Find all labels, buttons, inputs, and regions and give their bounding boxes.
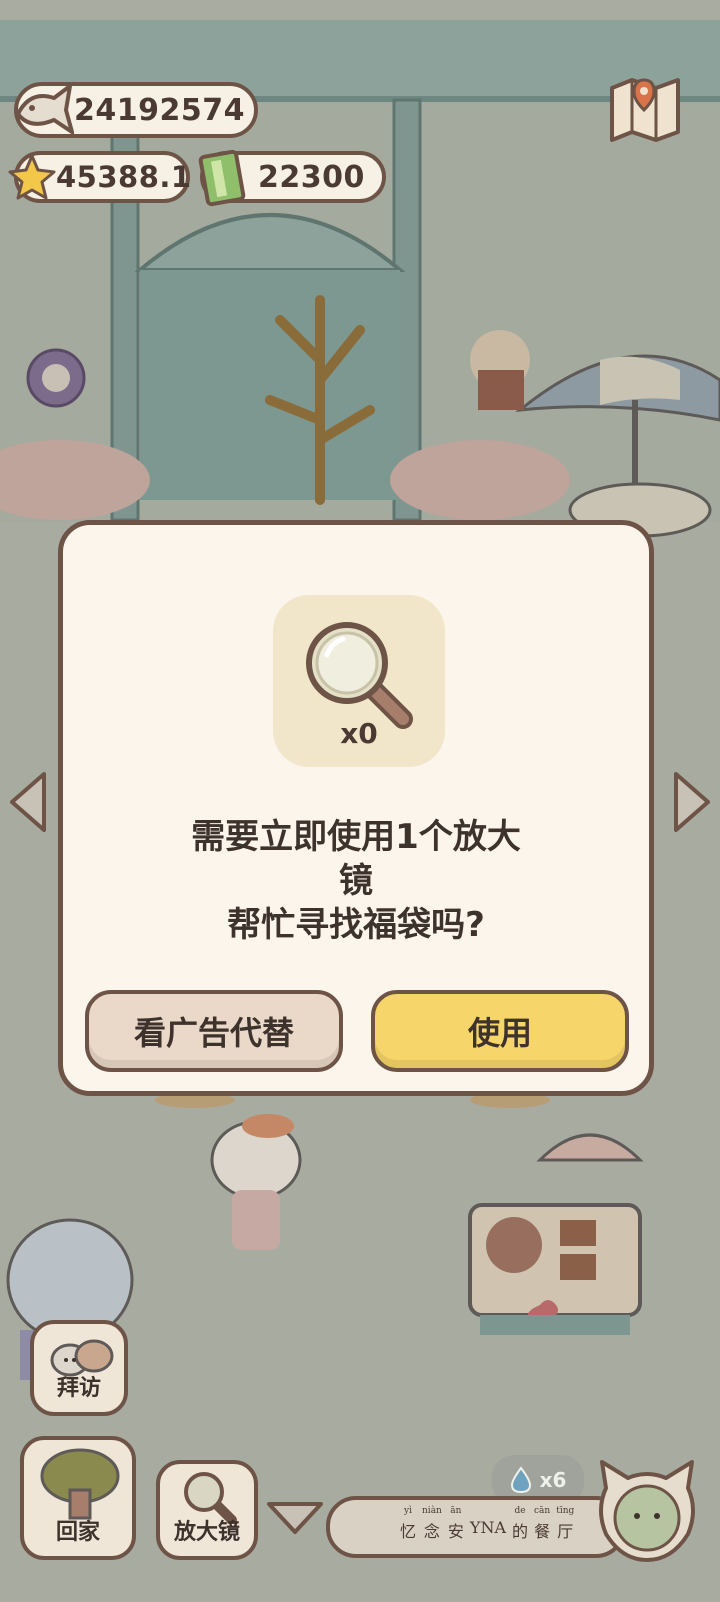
hanzi: 念: [423, 1522, 440, 1541]
visit-button[interactable]: 拜访: [30, 1320, 128, 1416]
visit-label: 拜访: [56, 1376, 101, 1401]
pinyin: cān: [534, 1506, 551, 1516]
tree-house-icon: [40, 1448, 120, 1520]
pinyin: de: [514, 1506, 526, 1516]
watch-ad-button[interactable]: 看广告代替: [85, 990, 343, 1072]
hanzi: 安: [447, 1522, 464, 1541]
pinyin: tīng: [556, 1506, 575, 1516]
chevron-down-icon[interactable]: [265, 1498, 325, 1538]
ticket-icon: [198, 149, 246, 207]
map-icon[interactable]: [608, 74, 684, 144]
restaurant-name-char: niàn 念: [422, 1506, 442, 1542]
cat-avatar-icon[interactable]: [592, 1460, 702, 1564]
hanzi: 厅: [557, 1522, 574, 1541]
restaurant-name-char: tīng 厅: [556, 1506, 574, 1542]
ticket-value: 22300: [258, 159, 365, 195]
item-count: x0: [340, 717, 378, 750]
restaurant-name-char: de 的: [512, 1506, 528, 1542]
pinyin: ān: [450, 1506, 462, 1516]
magnifier-button[interactable]: 放大镜: [156, 1460, 258, 1560]
magnifier-label: 放大镜: [173, 1520, 240, 1545]
restaurant-name-bar[interactable]: yì 忆 niàn 念 ān 安 YNA de 的 cān 餐 tīng 厅: [326, 1496, 626, 1558]
pinyin: niàn: [422, 1506, 442, 1516]
use-button[interactable]: 使用: [371, 990, 629, 1072]
restaurant-name-char: cān 餐: [534, 1506, 550, 1542]
chevron-right-icon[interactable]: [670, 770, 714, 834]
pinyin: yì: [404, 1506, 412, 1516]
home-label: 回家: [55, 1520, 100, 1545]
chevron-left-icon[interactable]: [6, 770, 50, 834]
restaurant-name-char: YNA: [470, 1506, 506, 1542]
game-scene: 24192574 45388.1 22300 x0 需要立即使用1个放大 镜 帮…: [0, 0, 720, 1602]
restaurant-name-char: ān 安: [448, 1506, 464, 1542]
dialog-message-line3: 帮忙寻找福袋吗?: [227, 905, 485, 945]
dialog-message-line1: 需要立即使用1个放大: [191, 817, 521, 857]
star-value: 45388.1: [56, 160, 192, 194]
water-drop-icon: [510, 1466, 531, 1494]
use-magnifier-dialog: x0 需要立即使用1个放大 镜 帮忙寻找福袋吗? 看广告代替 使用: [58, 520, 654, 1096]
hanzi: 的: [512, 1522, 529, 1541]
restaurant-name-char: yì 忆: [400, 1506, 416, 1542]
home-button[interactable]: 回家: [20, 1436, 136, 1560]
dialog-message-line2: 镜: [339, 861, 373, 901]
hanzi: YNA: [469, 1518, 506, 1537]
star-icon: [8, 154, 56, 200]
drop-count: x6: [539, 1468, 567, 1492]
restaurant-name: yì 忆 niàn 念 ān 安 YNA de 的 cān 餐 tīng 厅: [400, 1506, 574, 1542]
dialog-message: 需要立即使用1个放大 镜 帮忙寻找福袋吗?: [123, 815, 589, 947]
item-slot: x0: [273, 595, 445, 767]
hanzi: 忆: [400, 1522, 417, 1541]
hanzi: 餐: [534, 1522, 551, 1541]
fish-coin-value: 24192574: [74, 92, 245, 128]
fish-icon: [15, 81, 74, 136]
